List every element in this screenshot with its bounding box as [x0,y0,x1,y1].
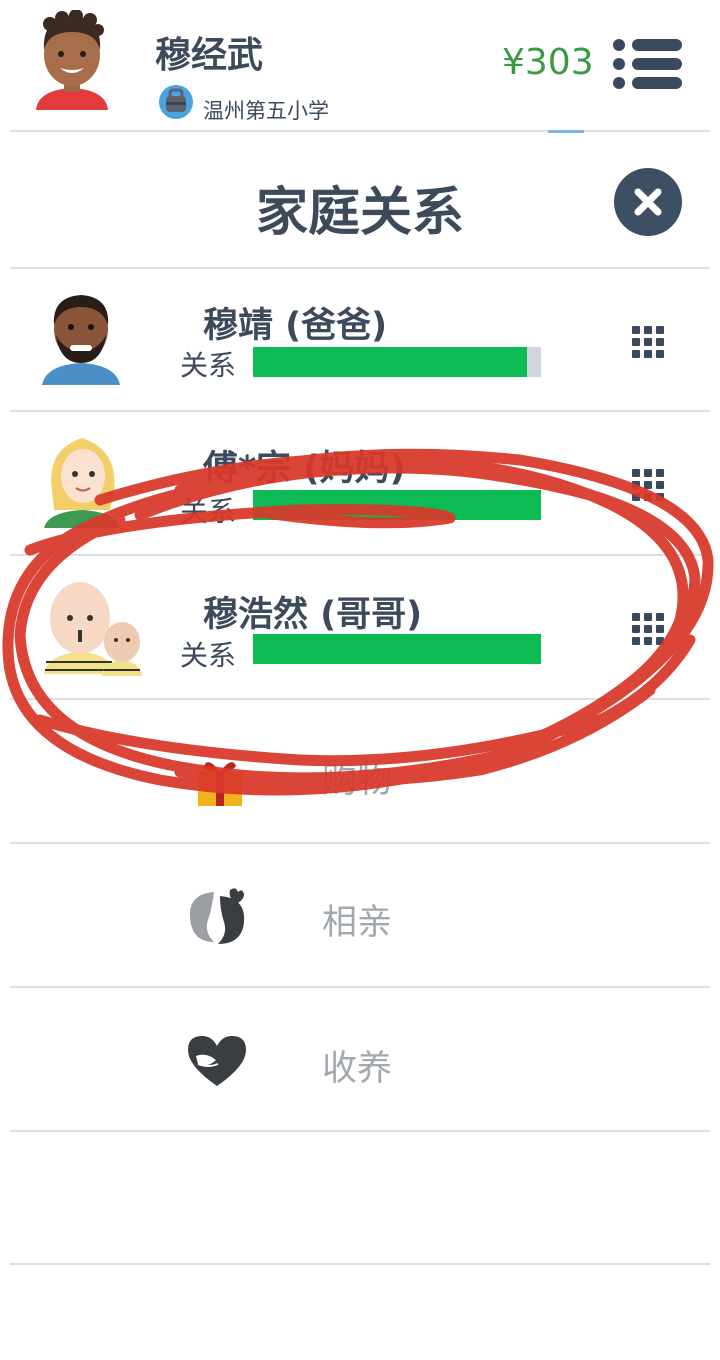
user-name: 穆经武 [155,35,264,76]
relative-row[interactable]: 穆靖 (爸爸) 关系 [10,269,710,411]
option-adoption[interactable]: 收养 [10,988,710,1130]
option-label: 收养 [322,1049,393,1089]
relation-bar [253,347,541,377]
relation-label: 关系 [180,495,237,528]
relation-bar-fill [253,634,541,664]
money-display: ¥303 [502,42,594,83]
menu-icon[interactable] [612,38,684,90]
relative-name: 穆靖 (爸爸) [203,306,388,346]
relation-label: 关系 [180,349,237,382]
relative-name: 穆浩然 (哥哥) [203,595,423,635]
grid-menu-icon[interactable] [632,469,664,501]
relative-row[interactable]: 穆浩然 (哥哥) 关系 [10,556,710,698]
divider [10,1130,710,1132]
relation-bar [253,634,541,664]
relative-name: 傅*宗 (妈妈) [203,449,406,489]
header-divider [10,130,710,132]
option-label: 相亲 [322,903,393,943]
grid-menu-icon[interactable] [632,613,664,645]
panel-title: 家庭关系 [255,183,464,243]
relation-label: 关系 [180,639,237,672]
gift-icon [190,750,250,810]
option-label: 购物 [322,761,393,801]
relative-row[interactable]: 傅*宗 (妈妈) 关系 [10,412,710,554]
school-icon [158,84,194,120]
option-shopping[interactable]: 购物 [10,700,710,842]
tab-indicator [548,130,584,133]
option-blind-date[interactable]: 相亲 [10,844,710,986]
school-name: 温州第五小学 [203,99,329,123]
relation-bar-fill [253,490,541,520]
heart-hands-icon [186,1034,248,1088]
divider [10,1263,710,1265]
relation-bar-fill [253,347,527,377]
grid-menu-icon[interactable] [632,326,664,358]
close-icon [634,188,662,216]
mother-avatar [40,430,124,530]
kiss-icon [186,888,248,946]
father-avatar [38,289,124,389]
brother-avatar [42,578,148,682]
close-button[interactable] [614,168,682,236]
relation-bar [253,490,541,520]
user-avatar[interactable] [30,9,114,120]
